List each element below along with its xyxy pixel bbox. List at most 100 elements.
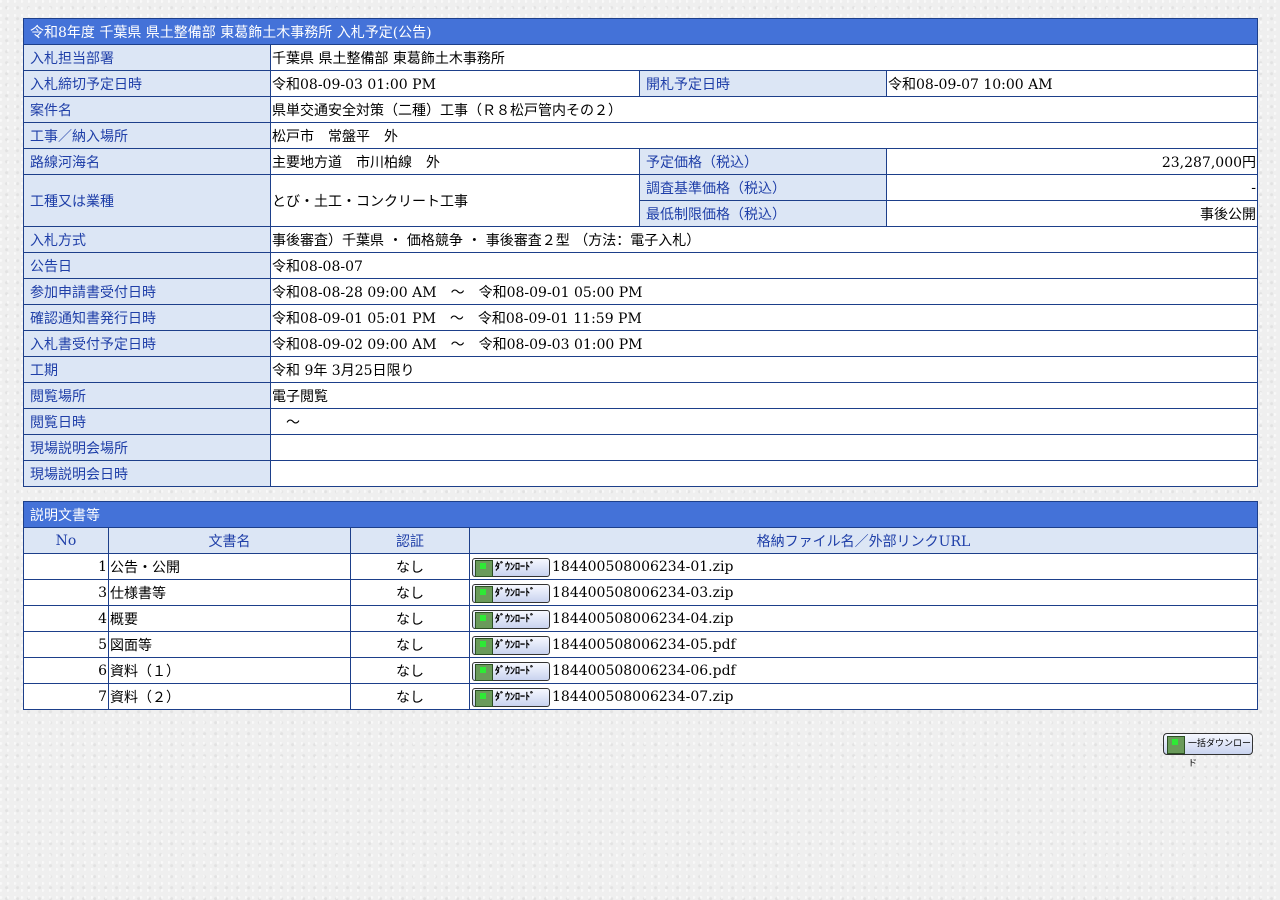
- doc-file-cell: ﾀﾞｳﾝﾛｰﾄﾞ 184400508006234-07.zip: [469, 683, 1258, 710]
- doc-no: 6: [23, 657, 109, 684]
- download-icon: [475, 689, 493, 707]
- apply-label: 参加申請書受付日時: [23, 278, 271, 305]
- download-button[interactable]: ﾀﾞｳﾝﾛｰﾄﾞ: [472, 635, 550, 655]
- apply-value: 令和08-08-28 09:00 AM ～ 令和08-09-01 05:00 P…: [269, 278, 1259, 305]
- doc-auth: なし: [350, 553, 470, 580]
- case-value: 県単交通安全対策（二種）工事（Ｒ８松戸管内その２）: [269, 96, 1259, 123]
- period-label: 工期: [23, 356, 271, 383]
- download-icon: [475, 559, 493, 577]
- doc-filename: 184400508006234-07.zip: [552, 688, 734, 705]
- documents-title: 説明文書等: [23, 501, 1258, 528]
- view-date-value: ～: [269, 408, 1259, 435]
- doc-no: 3: [23, 579, 109, 606]
- route-value: 主要地方道 市川柏線 外: [270, 148, 640, 175]
- doc-file-cell: ﾀﾞｳﾝﾛｰﾄﾞ 184400508006234-04.zip: [469, 605, 1258, 632]
- download-button-label: ﾀﾞｳﾝﾛｰﾄﾞ: [495, 561, 535, 573]
- deadline-label: 入札締切予定日時: [23, 70, 271, 97]
- download-button-label: ﾀﾞｳﾝﾛｰﾄﾞ: [495, 587, 535, 599]
- type-value: とび・土工・コンクリート工事: [270, 174, 640, 227]
- col-no-header: No: [23, 527, 109, 554]
- download-icon: [475, 611, 493, 629]
- method-value: 事後審査）千葉県 ・ 価格競争 ・ 事後審査２型 （方法：電子入札）: [269, 226, 1259, 253]
- notice-label: 公告日: [23, 252, 271, 279]
- download-button-label: ﾀﾞｳﾝﾛｰﾄﾞ: [495, 613, 535, 625]
- view-date-label: 閲覧日時: [23, 408, 271, 435]
- download-icon: [475, 637, 493, 655]
- place-label: 工事／納入場所: [23, 122, 271, 149]
- table-row: 5 図面等 なし ﾀﾞｳﾝﾛｰﾄﾞ 184400508006234-05.pdf: [23, 631, 1258, 658]
- documents-table: 説明文書等 No 文書名 認証 格納ファイル名／外部リンクURL 1 公告・公開…: [23, 501, 1258, 710]
- doc-auth: なし: [350, 605, 470, 632]
- doc-auth: なし: [350, 579, 470, 606]
- price-value: 23,287,000円: [885, 148, 1259, 175]
- doc-no: 7: [23, 683, 109, 710]
- doc-name: 公告・公開: [108, 553, 351, 580]
- bulk-download-button[interactable]: 一括ダウンロード: [1163, 733, 1253, 769]
- site-place-label: 現場説明会場所: [23, 434, 271, 461]
- download-icon: [475, 663, 493, 681]
- download-button[interactable]: ﾀﾞｳﾝﾛｰﾄﾞ: [472, 557, 550, 577]
- minimum-label: 最低制限価格（税込）: [639, 200, 887, 227]
- minimum-value: 事後公開: [885, 200, 1259, 227]
- bulk-download-label: 一括ダウンロード: [1188, 739, 1252, 769]
- doc-no: 1: [23, 553, 109, 580]
- download-button[interactable]: ﾀﾞｳﾝﾛｰﾄﾞ: [472, 687, 550, 707]
- table-row: 3 仕様書等 なし ﾀﾞｳﾝﾛｰﾄﾞ 184400508006234-03.zip: [23, 579, 1258, 606]
- download-button-label: ﾀﾞｳﾝﾛｰﾄﾞ: [495, 639, 535, 651]
- doc-no: 4: [23, 605, 109, 632]
- doc-auth: なし: [350, 657, 470, 684]
- doc-name: 資料（１）: [108, 657, 351, 684]
- download-button[interactable]: ﾀﾞｳﾝﾛｰﾄﾞ: [472, 661, 550, 681]
- opening-label: 開札予定日時: [639, 70, 887, 97]
- doc-filename: 184400508006234-03.zip: [552, 584, 734, 601]
- bid-label: 入札書受付予定日時: [23, 330, 271, 357]
- notice-value: 令和08-08-07: [269, 252, 1259, 279]
- col-auth-header: 認証: [350, 527, 470, 554]
- place-value: 松戸市 常盤平 外: [269, 122, 1259, 149]
- col-name-header: 文書名: [108, 527, 351, 554]
- opening-value: 令和08-09-07 10:00 AM: [885, 70, 1259, 97]
- doc-file-cell: ﾀﾞｳﾝﾛｰﾄﾞ 184400508006234-03.zip: [469, 579, 1258, 606]
- page-title: 令和8年度 千葉県 県土整備部 東葛飾土木事務所 入札予定(公告): [22, 18, 1259, 45]
- download-icon: [475, 585, 493, 603]
- table-row: 4 概要 なし ﾀﾞｳﾝﾛｰﾄﾞ 184400508006234-04.zip: [23, 605, 1258, 632]
- site-date-label: 現場説明会日時: [23, 460, 271, 487]
- confirm-value: 令和08-09-01 05:01 PM ～ 令和08-09-01 11:59 P…: [269, 304, 1259, 331]
- table-row: 6 資料（１） なし ﾀﾞｳﾝﾛｰﾄﾞ 184400508006234-06.pd…: [23, 657, 1258, 684]
- route-label: 路線河海名: [23, 148, 271, 175]
- method-label: 入札方式: [23, 226, 271, 253]
- view-place-label: 閲覧場所: [23, 382, 271, 409]
- document-rows: 1 公告・公開 なし ﾀﾞｳﾝﾛｰﾄﾞ 184400508006234-01.zi…: [23, 553, 1258, 710]
- doc-name: 資料（２）: [108, 683, 351, 710]
- table-row: 1 公告・公開 なし ﾀﾞｳﾝﾛｰﾄﾞ 184400508006234-01.zi…: [23, 553, 1258, 580]
- download-button[interactable]: ﾀﾞｳﾝﾛｰﾄﾞ: [472, 583, 550, 603]
- deadline-value: 令和08-09-03 01:00 PM: [270, 70, 640, 97]
- survey-value: -: [885, 174, 1259, 201]
- download-button[interactable]: ﾀﾞｳﾝﾛｰﾄﾞ: [472, 609, 550, 629]
- bid-value: 令和08-09-02 09:00 AM ～ 令和08-09-03 01:00 P…: [269, 330, 1259, 357]
- case-label: 案件名: [23, 96, 271, 123]
- bid-info-table: 令和8年度 千葉県 県土整備部 東葛飾土木事務所 入札予定(公告) 入札担当部署…: [22, 18, 1259, 487]
- doc-filename: 184400508006234-06.pdf: [552, 662, 736, 679]
- download-button-label: ﾀﾞｳﾝﾛｰﾄﾞ: [495, 665, 535, 677]
- type-label: 工種又は業種: [23, 174, 271, 227]
- doc-filename: 184400508006234-05.pdf: [552, 636, 736, 653]
- period-value: 令和 9年 3月25日限り: [269, 356, 1259, 383]
- doc-name: 概要: [108, 605, 351, 632]
- survey-label: 調査基準価格（税込）: [639, 174, 887, 201]
- dept-value: 千葉県 県土整備部 東葛飾土木事務所: [269, 44, 1259, 71]
- doc-filename: 184400508006234-01.zip: [552, 558, 734, 575]
- doc-auth: なし: [350, 631, 470, 658]
- dept-label: 入札担当部署: [23, 44, 271, 71]
- view-place-value: 電子閲覧: [269, 382, 1259, 409]
- confirm-label: 確認通知書発行日時: [23, 304, 271, 331]
- doc-file-cell: ﾀﾞｳﾝﾛｰﾄﾞ 184400508006234-06.pdf: [469, 657, 1258, 684]
- site-place-value: [269, 434, 1259, 461]
- table-row: 7 資料（２） なし ﾀﾞｳﾝﾛｰﾄﾞ 184400508006234-07.zi…: [23, 683, 1258, 710]
- price-label: 予定価格（税込）: [639, 148, 887, 175]
- download-button-label: ﾀﾞｳﾝﾛｰﾄﾞ: [495, 691, 535, 703]
- site-date-value: [269, 460, 1259, 487]
- doc-name: 仕様書等: [108, 579, 351, 606]
- doc-name: 図面等: [108, 631, 351, 658]
- doc-no: 5: [23, 631, 109, 658]
